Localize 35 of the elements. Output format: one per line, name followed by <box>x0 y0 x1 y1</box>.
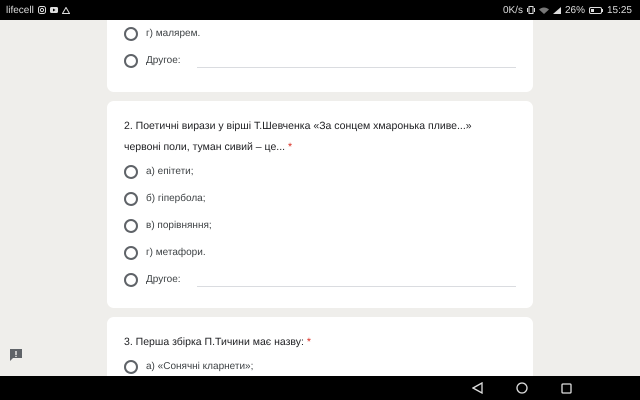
radio-button[interactable] <box>124 164 138 178</box>
vibrate-icon <box>526 6 535 14</box>
question-title: 2. Поетичні вирази у вірші Т.Шевченка «За сонцем хмаронька пливе...» червоні поли, туман сивий – це... * <box>124 119 473 155</box>
radio-button[interactable] <box>124 246 138 260</box>
radio-button[interactable] <box>124 192 138 206</box>
option-label: в) порівняння; <box>146 220 212 231</box>
required-asterisk: * <box>306 336 311 348</box>
feedback-icon[interactable] <box>9 348 23 362</box>
radio-button[interactable] <box>124 272 138 286</box>
wifi-icon <box>538 6 549 14</box>
signal-icon <box>552 6 561 14</box>
option-label: Другое: <box>146 55 181 66</box>
radio-button[interactable] <box>124 218 138 232</box>
home-icon[interactable] <box>516 382 528 394</box>
network-speed: 0K/s <box>502 4 523 16</box>
recent-apps-icon[interactable] <box>561 382 572 394</box>
carrier-name: lifecell <box>6 4 34 16</box>
question-title: 3. Перша збірка П.Тичини має назву: * <box>124 335 312 350</box>
required-asterisk: * <box>288 141 292 153</box>
option-label: г) метафори. <box>146 247 206 258</box>
back-icon[interactable] <box>472 382 483 394</box>
option-label: б) гіпербола; <box>146 193 206 204</box>
option-label: а) епітети; <box>146 166 194 177</box>
radio-button[interactable] <box>124 360 138 374</box>
battery-percent: 26% <box>564 4 585 16</box>
clock-time: 15:25 <box>606 4 632 16</box>
option-label: а) «Сонячні кларнети»; <box>146 361 254 372</box>
option-label: г) малярем. <box>146 28 200 39</box>
warning-icon <box>62 6 70 14</box>
instagram-icon <box>38 6 46 14</box>
battery-icon <box>588 6 603 14</box>
radio-button[interactable] <box>124 54 138 68</box>
video-icon <box>50 7 58 13</box>
option-label: Другое: <box>146 274 181 285</box>
radio-button[interactable] <box>124 26 138 40</box>
